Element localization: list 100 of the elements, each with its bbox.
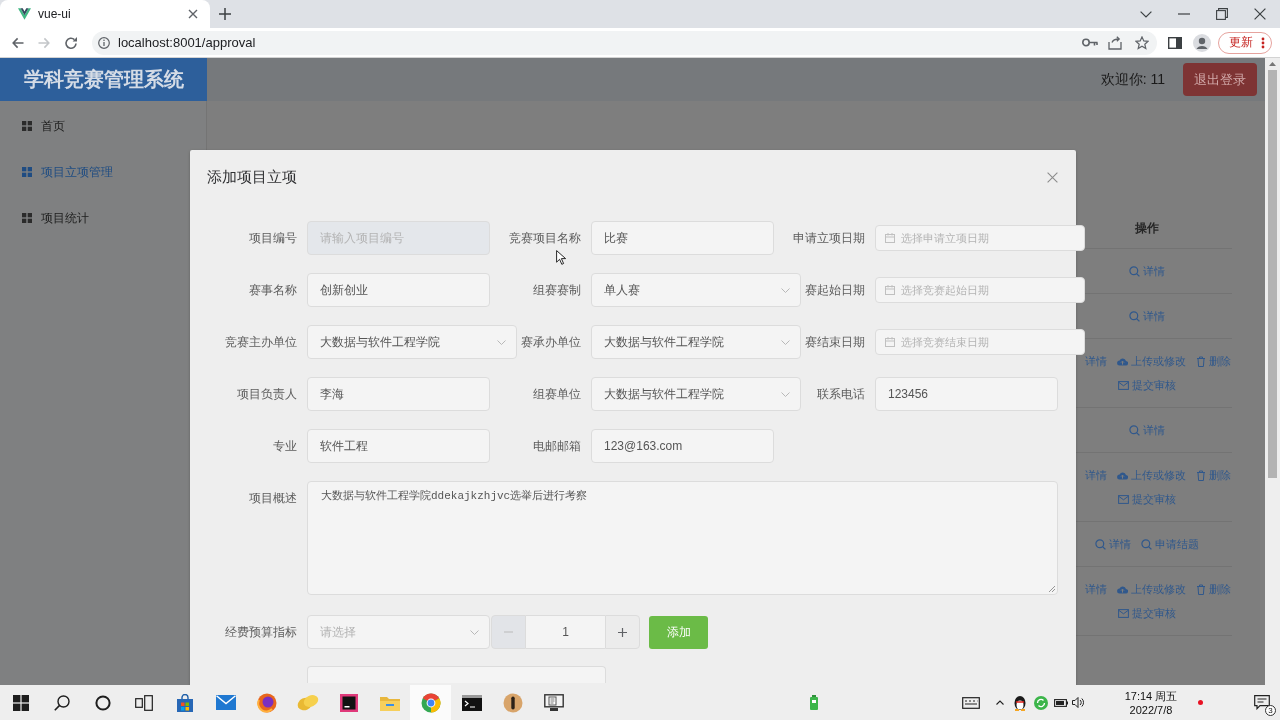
grid-icon: [22, 213, 32, 223]
text-field[interactable]: 比赛: [591, 221, 774, 255]
trash-icon: [1195, 469, 1206, 481]
scrollbar-thumb[interactable]: [1268, 70, 1277, 478]
action-link[interactable]: 详情: [1095, 534, 1131, 554]
reload-icon[interactable]: [64, 35, 78, 50]
profile-icon[interactable]: [1193, 33, 1211, 52]
app-title: 学科竞赛管理系统: [0, 58, 207, 101]
key-icon[interactable]: [1082, 38, 1098, 47]
action-link[interactable]: 删除: [1195, 579, 1231, 599]
cursor-icon: [556, 250, 566, 265]
chevron-up-icon[interactable]: [996, 700, 1004, 705]
plus-icon: [618, 627, 627, 637]
text-field[interactable]: 123@163.com: [591, 429, 774, 463]
action-link[interactable]: 详情: [1084, 351, 1107, 371]
action-link[interactable]: 上传或修改: [1116, 465, 1186, 485]
trash-icon: [1195, 355, 1206, 367]
shopping-bag-icon[interactable]: [175, 693, 194, 712]
ring-icon[interactable]: [94, 694, 111, 711]
dropdown-field[interactable]: 大数据与软件工程学院: [591, 377, 801, 411]
browser-icon[interactable]: [420, 692, 441, 713]
info-icon[interactable]: [98, 36, 110, 49]
action-link[interactable]: 删除: [1195, 351, 1231, 371]
text-field[interactable]: 创新创业: [307, 273, 490, 307]
search-icon[interactable]: [53, 694, 70, 711]
action-link[interactable]: 详情: [1129, 306, 1165, 326]
penguin-icon[interactable]: [1013, 694, 1027, 711]
chevron-down-icon: [470, 629, 479, 635]
action-link[interactable]: 详情: [1129, 261, 1165, 281]
speaker-icon[interactable]: [1072, 697, 1084, 708]
browser-globe-icon[interactable]: [256, 692, 277, 713]
envelope-icon: [1118, 494, 1129, 504]
action-link[interactable]: 提交审核: [1118, 375, 1176, 395]
circular-arrows-icon[interactable]: [1034, 695, 1048, 710]
action-link[interactable]: 上传或修改: [1116, 579, 1186, 599]
field-label: 经费预算指标: [225, 624, 297, 639]
chevron-down-icon: [781, 287, 790, 293]
browser-tab[interactable]: vue-ui: [0, 0, 210, 28]
plus-icon[interactable]: [219, 8, 231, 20]
clock-date[interactable]: 2022/7/8: [1129, 702, 1173, 717]
field-label: 赛起始日期: [805, 282, 865, 297]
side-panel-icon[interactable]: [1168, 36, 1182, 49]
description-field[interactable]: 大数据与软件工程学院ddekajkzhjvc选举后进行考察: [307, 481, 1058, 595]
chevron-down-icon[interactable]: [1140, 10, 1152, 18]
action-link[interactable]: 上传或修改: [1116, 351, 1186, 371]
field-label: 组赛赛制: [533, 282, 581, 297]
action-link[interactable]: 删除: [1195, 465, 1231, 485]
sidebar-item[interactable]: 项目立项管理: [0, 149, 206, 195]
chevron-down-icon: [497, 339, 506, 345]
quantity-field[interactable]: 1: [526, 615, 605, 649]
field-label: 赛事名称: [249, 282, 297, 297]
keyboard-icon[interactable]: [962, 696, 980, 709]
address-field[interactable]: localhost:8001/approval: [92, 30, 1157, 55]
text-field[interactable]: 李海: [307, 377, 490, 411]
calendar-icon: [885, 233, 895, 243]
monitor-icon[interactable]: [543, 693, 564, 712]
back-icon[interactable]: [12, 36, 24, 49]
cloud-upload-icon: [1116, 470, 1128, 480]
v-logo-icon: [18, 8, 31, 20]
folder-icon[interactable]: [379, 694, 400, 711]
task-view-icon[interactable]: [134, 694, 153, 711]
action-link[interactable]: 详情: [1084, 465, 1107, 485]
dropdown-field[interactable]: 单人赛: [591, 273, 801, 307]
field-label: 联系电话: [817, 386, 865, 401]
date-field[interactable]: 选择申请立项日期: [875, 225, 1085, 251]
start-icon[interactable]: [12, 694, 29, 711]
dropdown-field[interactable]: 大数据与软件工程学院: [307, 325, 517, 359]
share-icon[interactable]: [1108, 35, 1122, 50]
action-link[interactable]: 提交审核: [1118, 603, 1176, 623]
logout-button[interactable]: 退出登录: [1183, 63, 1257, 96]
caret-up-icon[interactable]: [1269, 62, 1276, 66]
terminal-icon[interactable]: [461, 694, 482, 711]
grid-icon: [22, 121, 32, 131]
battery-icon[interactable]: [1054, 698, 1068, 707]
restore-icon[interactable]: [1216, 8, 1228, 20]
sidebar-item[interactable]: 首页: [0, 103, 206, 149]
action-link[interactable]: 详情: [1129, 420, 1165, 440]
clock-time[interactable]: 17:14 周五: [1124, 688, 1178, 703]
action-link[interactable]: 详情: [1084, 579, 1107, 599]
dropdown-field[interactable]: 请选择: [307, 615, 490, 649]
text-field[interactable]: 软件工程: [307, 429, 490, 463]
envelope-icon[interactable]: [215, 695, 236, 710]
text-field[interactable]: 123456: [875, 377, 1058, 411]
trash-icon: [1195, 583, 1206, 595]
input-field[interactable]: [307, 666, 606, 683]
star-icon[interactable]: [1135, 35, 1149, 50]
close-icon[interactable]: [188, 9, 198, 19]
action-link[interactable]: 提交审核: [1118, 489, 1176, 509]
battery-app-icon[interactable]: [810, 695, 818, 710]
field-label: 申请立项日期: [793, 230, 865, 245]
field-label: 赛结束日期: [805, 334, 865, 349]
speech-bubble-icon[interactable]: [1254, 695, 1270, 710]
sidebar-item[interactable]: 项目统计: [0, 195, 206, 241]
add-button[interactable]: 添加: [649, 615, 708, 649]
close-icon[interactable]: [1254, 8, 1266, 20]
dropdown-field[interactable]: 大数据与软件工程学院: [591, 325, 801, 359]
ide-app-icon[interactable]: [339, 693, 358, 712]
action-link[interactable]: 申请结题: [1141, 534, 1199, 554]
notification-count: 3: [1265, 705, 1276, 716]
circle-app-icon[interactable]: [502, 692, 523, 713]
